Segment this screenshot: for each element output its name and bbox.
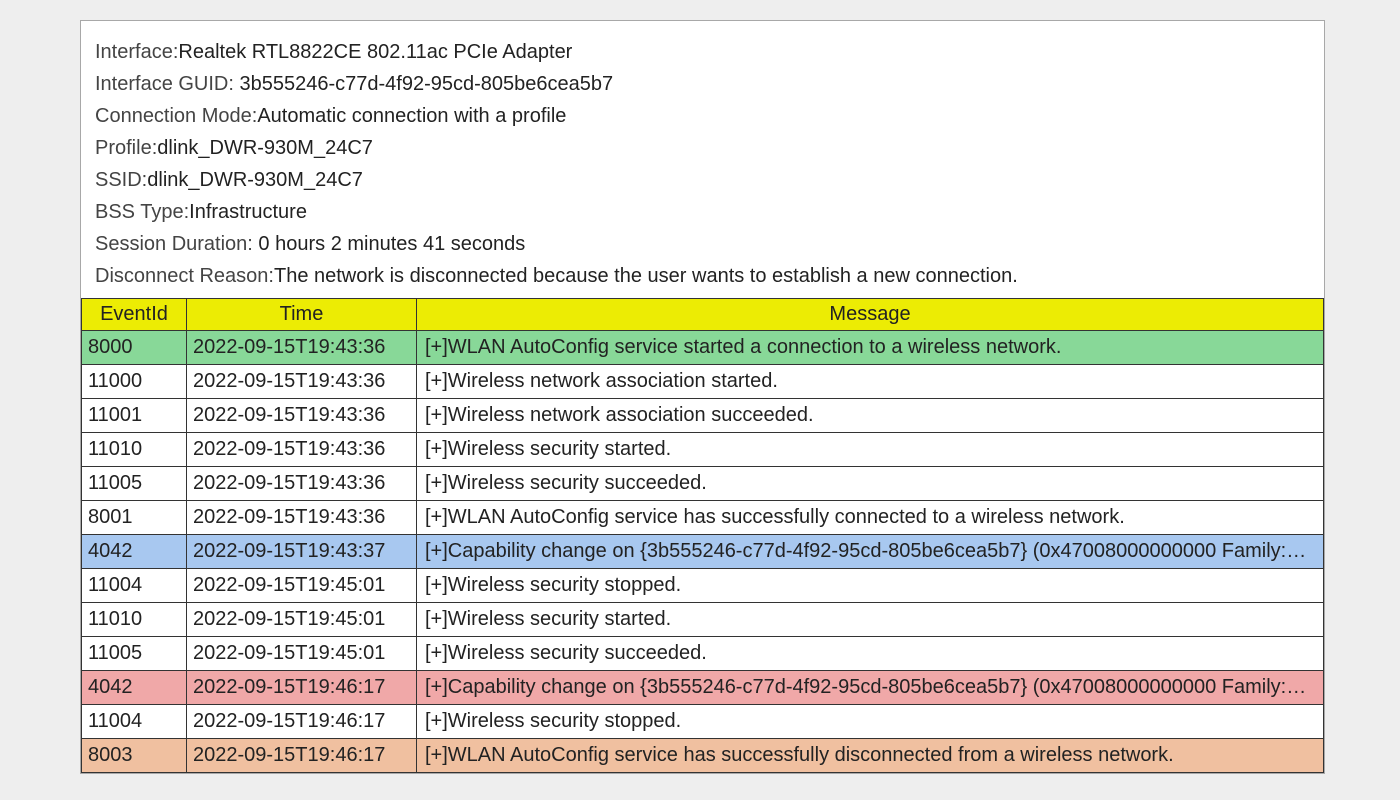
cell-message: [+]Wireless network association started. bbox=[417, 365, 1324, 399]
connection-meta: Interface:Realtek RTL8822CE 802.11ac PCI… bbox=[93, 36, 1312, 292]
cell-message: [+]Wireless security stopped. bbox=[417, 705, 1324, 739]
cell-eventid: 8000 bbox=[82, 331, 187, 365]
table-row[interactable]: 110042022-09-15T19:45:01[+]Wireless secu… bbox=[82, 569, 1324, 603]
meta-label: Profile: bbox=[95, 137, 157, 159]
table-row[interactable]: 80032022-09-15T19:46:17[+]WLAN AutoConfi… bbox=[82, 739, 1324, 773]
cell-time: 2022-09-15T19:43:36 bbox=[187, 467, 417, 501]
meta-label: Disconnect Reason: bbox=[95, 265, 274, 287]
cell-eventid: 11001 bbox=[82, 399, 187, 433]
cell-eventid: 8001 bbox=[82, 501, 187, 535]
meta-value: The network is disconnected because the … bbox=[274, 265, 1018, 287]
meta-guid: Interface GUID: 3b555246-c77d-4f92-95cd-… bbox=[95, 68, 1312, 100]
cell-message: [+]Wireless network association succeede… bbox=[417, 399, 1324, 433]
table-row[interactable]: 110042022-09-15T19:46:17[+]Wireless secu… bbox=[82, 705, 1324, 739]
cell-message: [+]Wireless security succeeded. bbox=[417, 637, 1324, 671]
cell-message: [+]WLAN AutoConfig service started a con… bbox=[417, 331, 1324, 365]
cell-eventid: 11000 bbox=[82, 365, 187, 399]
meta-label: BSS Type: bbox=[95, 201, 189, 223]
cell-time: 2022-09-15T19:45:01 bbox=[187, 603, 417, 637]
meta-value: dlink_DWR-930M_24C7 bbox=[147, 169, 363, 191]
meta-value: Realtek RTL8822CE 802.11ac PCIe Adapter bbox=[178, 41, 572, 63]
table-row[interactable]: 110052022-09-15T19:45:01[+]Wireless secu… bbox=[82, 637, 1324, 671]
meta-interface: Interface:Realtek RTL8822CE 802.11ac PCI… bbox=[95, 36, 1312, 68]
cell-time: 2022-09-15T19:45:01 bbox=[187, 637, 417, 671]
col-eventid[interactable]: EventId bbox=[82, 299, 187, 331]
meta-reason: Disconnect Reason:The network is disconn… bbox=[95, 260, 1312, 292]
cell-time: 2022-09-15T19:45:01 bbox=[187, 569, 417, 603]
event-panel: Interface:Realtek RTL8822CE 802.11ac PCI… bbox=[80, 20, 1325, 774]
cell-message: [+]WLAN AutoConfig service has successfu… bbox=[417, 739, 1324, 773]
meta-label: SSID: bbox=[95, 169, 147, 191]
meta-label: Interface: bbox=[95, 41, 178, 63]
cell-time: 2022-09-15T19:46:17 bbox=[187, 705, 417, 739]
table-header-row: EventId Time Message bbox=[82, 299, 1324, 331]
table-row[interactable]: 110102022-09-15T19:43:36[+]Wireless secu… bbox=[82, 433, 1324, 467]
table-row[interactable]: 80012022-09-15T19:43:36[+]WLAN AutoConfi… bbox=[82, 501, 1324, 535]
table-row[interactable]: 40422022-09-15T19:43:37[+]Capability cha… bbox=[82, 535, 1324, 569]
meta-value: Automatic connection with a profile bbox=[257, 105, 566, 127]
cell-eventid: 4042 bbox=[82, 535, 187, 569]
table-row[interactable]: 40422022-09-15T19:46:17[+]Capability cha… bbox=[82, 671, 1324, 705]
cell-time: 2022-09-15T19:46:17 bbox=[187, 739, 417, 773]
meta-value: dlink_DWR-930M_24C7 bbox=[157, 137, 373, 159]
cell-message: [+]Wireless security started. bbox=[417, 433, 1324, 467]
table-row[interactable]: 110002022-09-15T19:43:36[+]Wireless netw… bbox=[82, 365, 1324, 399]
cell-time: 2022-09-15T19:43:36 bbox=[187, 433, 417, 467]
table-row[interactable]: 110102022-09-15T19:45:01[+]Wireless secu… bbox=[82, 603, 1324, 637]
cell-eventid: 11005 bbox=[82, 467, 187, 501]
meta-label: Interface GUID: bbox=[95, 73, 240, 95]
meta-mode: Connection Mode:Automatic connection wit… bbox=[95, 100, 1312, 132]
cell-message: [+]Capability change on {3b555246-c77d-4… bbox=[417, 671, 1324, 705]
cell-eventid: 11005 bbox=[82, 637, 187, 671]
meta-bss: BSS Type:Infrastructure bbox=[95, 196, 1312, 228]
table-row[interactable]: 80002022-09-15T19:43:36[+]WLAN AutoConfi… bbox=[82, 331, 1324, 365]
meta-ssid: SSID:dlink_DWR-930M_24C7 bbox=[95, 164, 1312, 196]
cell-eventid: 11010 bbox=[82, 433, 187, 467]
meta-profile: Profile:dlink_DWR-930M_24C7 bbox=[95, 132, 1312, 164]
cell-message: [+]Wireless security succeeded. bbox=[417, 467, 1324, 501]
cell-time: 2022-09-15T19:43:36 bbox=[187, 399, 417, 433]
meta-value: 0 hours 2 minutes 41 seconds bbox=[258, 233, 525, 255]
meta-value: 3b555246-c77d-4f92-95cd-805be6cea5b7 bbox=[240, 73, 614, 95]
table-row[interactable]: 110012022-09-15T19:43:36[+]Wireless netw… bbox=[82, 399, 1324, 433]
cell-time: 2022-09-15T19:43:36 bbox=[187, 331, 417, 365]
cell-message: [+]Capability change on {3b555246-c77d-4… bbox=[417, 535, 1324, 569]
cell-eventid: 11004 bbox=[82, 569, 187, 603]
meta-label: Session Duration: bbox=[95, 233, 258, 255]
cell-time: 2022-09-15T19:43:37 bbox=[187, 535, 417, 569]
col-time[interactable]: Time bbox=[187, 299, 417, 331]
col-message[interactable]: Message bbox=[417, 299, 1324, 331]
cell-time: 2022-09-15T19:43:36 bbox=[187, 501, 417, 535]
cell-eventid: 4042 bbox=[82, 671, 187, 705]
meta-label: Connection Mode: bbox=[95, 105, 257, 127]
cell-eventid: 8003 bbox=[82, 739, 187, 773]
cell-eventid: 11010 bbox=[82, 603, 187, 637]
table-row[interactable]: 110052022-09-15T19:43:36[+]Wireless secu… bbox=[82, 467, 1324, 501]
cell-message: [+]WLAN AutoConfig service has successfu… bbox=[417, 501, 1324, 535]
cell-time: 2022-09-15T19:46:17 bbox=[187, 671, 417, 705]
event-table: EventId Time Message 80002022-09-15T19:4… bbox=[81, 298, 1324, 773]
cell-eventid: 11004 bbox=[82, 705, 187, 739]
cell-message: [+]Wireless security stopped. bbox=[417, 569, 1324, 603]
cell-time: 2022-09-15T19:43:36 bbox=[187, 365, 417, 399]
meta-value: Infrastructure bbox=[189, 201, 307, 223]
meta-duration: Session Duration: 0 hours 2 minutes 41 s… bbox=[95, 228, 1312, 260]
cell-message: [+]Wireless security started. bbox=[417, 603, 1324, 637]
